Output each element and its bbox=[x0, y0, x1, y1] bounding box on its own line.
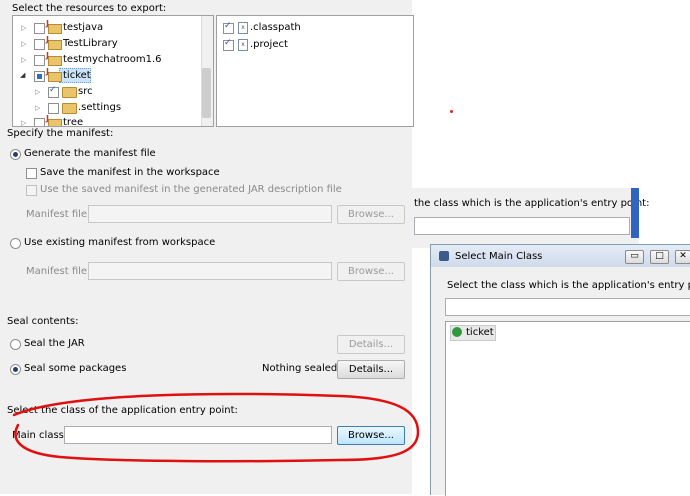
red-annotation-circle bbox=[12, 392, 420, 463]
